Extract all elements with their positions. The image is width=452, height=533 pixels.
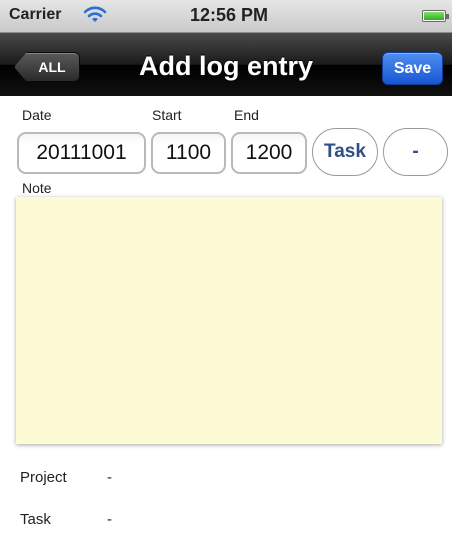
task-info-value: - — [107, 511, 112, 528]
clear-task-button[interactable]: - — [383, 128, 448, 176]
start-time-field[interactable]: 1100 — [151, 132, 226, 174]
back-button[interactable]: ALL — [14, 52, 80, 82]
project-value: - — [107, 469, 112, 486]
task-button[interactable]: Task — [312, 128, 378, 176]
navigation-bar: ALL Add log entry Save — [0, 33, 452, 96]
wifi-icon — [83, 6, 107, 22]
note-textarea[interactable] — [16, 197, 442, 444]
end-label: End — [234, 107, 259, 123]
start-label: Start — [152, 107, 182, 123]
date-field[interactable]: 20111001 — [17, 132, 146, 174]
project-label: Project — [20, 469, 67, 486]
end-time-field[interactable]: 1200 — [231, 132, 307, 174]
note-label: Note — [22, 180, 52, 196]
page-title: Add log entry — [139, 51, 313, 81]
carrier-label: Carrier — [9, 6, 62, 23]
task-info-label: Task — [20, 511, 51, 528]
clock-time: 12:56 PM — [190, 5, 269, 25]
date-label: Date — [22, 107, 52, 123]
battery-icon — [422, 10, 449, 22]
status-bar: Carrier 12:56 PM — [0, 0, 452, 33]
save-button[interactable]: Save — [382, 52, 443, 85]
